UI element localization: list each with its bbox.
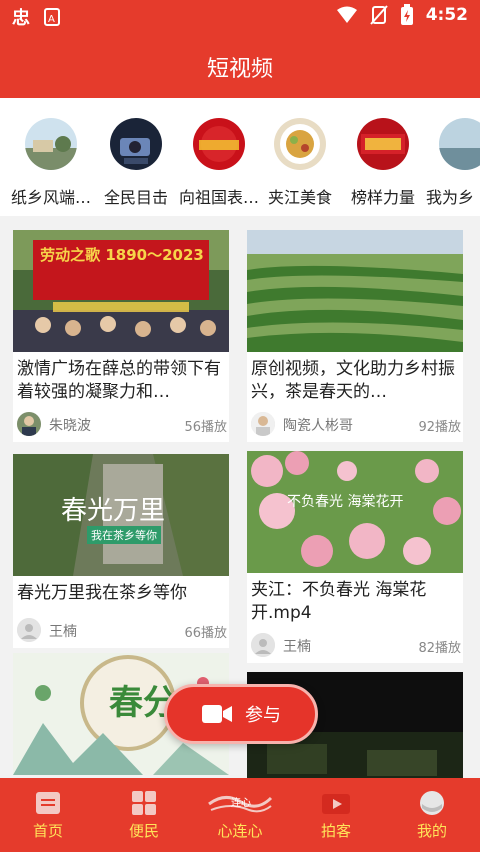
- video-card[interactable]: 不负春光 海棠花开 夹江：不负春光 海棠花开.mp4 王楠 82播放: [247, 451, 463, 663]
- tab-heart-connect[interactable]: 连心 心连心: [192, 778, 288, 852]
- author-avatar[interactable]: [17, 618, 41, 642]
- video-camera-icon: [321, 790, 351, 816]
- heart-connect-icon: 连心: [205, 790, 275, 816]
- thumbnail-caption: 劳动之歌 1890～2023: [40, 246, 204, 264]
- tab-label: 心连心: [217, 822, 263, 840]
- category-thumbnail: [25, 118, 77, 170]
- author-name[interactable]: 朱晓波: [49, 415, 91, 435]
- video-title[interactable]: 原创视频，文化助力乡村振兴，茶是春天的…: [247, 352, 463, 406]
- author-avatar[interactable]: [17, 412, 41, 436]
- category-thumbnail: [274, 118, 326, 170]
- video-thumbnail[interactable]: 不负春光 海棠花开: [247, 451, 463, 573]
- category-item[interactable]: 纸乡风端…: [6, 118, 96, 208]
- tab-label: 便民: [128, 822, 159, 840]
- no-signal-icon: [369, 5, 388, 25]
- tab-profile[interactable]: 我的: [384, 778, 480, 852]
- category-item[interactable]: 我为乡: [420, 118, 480, 208]
- tab-home[interactable]: 首页: [0, 778, 96, 852]
- profile-icon: [417, 790, 447, 816]
- status-bar: 忠 A 4:52: [0, 0, 480, 34]
- video-card[interactable]: 劳动之歌 1890～2023 激情广场在薛总的带领下有着较强的凝聚力和… 朱晓波…: [13, 230, 229, 442]
- author-name[interactable]: 王楠: [49, 621, 77, 641]
- wifi-icon: [336, 6, 357, 23]
- tab-services[interactable]: 便民: [96, 778, 192, 852]
- video-meta: 王楠 66播放: [13, 612, 229, 648]
- home-icon: [33, 790, 63, 816]
- play-count: 56播放: [184, 420, 227, 435]
- category-thumbnail: [357, 118, 409, 170]
- svg-text:忠: 忠: [12, 8, 30, 27]
- category-label: 夹江美食: [267, 188, 332, 207]
- video-thumbnail[interactable]: 春光万里 我在茶乡等你: [13, 454, 229, 576]
- video-thumbnail[interactable]: [247, 230, 463, 352]
- author-avatar[interactable]: [251, 412, 275, 436]
- video-meta: 陶瓷人彬哥 92播放: [247, 406, 463, 442]
- page-title: 短视频: [206, 57, 273, 82]
- category-item[interactable]: 向祖国表…: [174, 118, 264, 208]
- video-title[interactable]: 夹江：不负春光 海棠花开.mp4: [247, 573, 463, 627]
- category-item[interactable]: 全民目击: [91, 118, 181, 208]
- play-count: 82播放: [418, 641, 461, 656]
- category-thumbnail: [110, 118, 162, 170]
- bottom-tab-bar: 首页 便民 连心 心连心 拍客 我的: [0, 778, 480, 852]
- author-name[interactable]: 陶瓷人彬哥: [283, 415, 353, 435]
- video-title[interactable]: 激情广场在薛总的带领下有着较强的凝聚力和…: [13, 352, 229, 406]
- play-count: 66播放: [184, 626, 227, 641]
- category-item[interactable]: 夹江美食: [255, 118, 345, 208]
- tab-label: 首页: [32, 822, 63, 840]
- thumbnail-subcaption: 我在茶乡等你: [87, 526, 161, 544]
- video-card[interactable]: 春光万里 我在茶乡等你 春光万里我在茶乡等你 王楠 66播放: [13, 454, 229, 648]
- status-right: 4:52: [336, 4, 468, 26]
- thumbnail-caption: 春光万里: [61, 496, 166, 526]
- category-thumbnail: [439, 118, 480, 170]
- status-time: 4:52: [425, 5, 468, 25]
- author-name[interactable]: 王楠: [283, 636, 311, 656]
- tab-reporter[interactable]: 拍客: [288, 778, 384, 852]
- author-avatar[interactable]: [251, 633, 275, 657]
- video-thumbnail[interactable]: 劳动之歌 1890～2023: [13, 230, 229, 352]
- video-meta: 王楠 82播放: [247, 627, 463, 663]
- category-strip[interactable]: 纸乡风端… 全民目击 向祖国表… 夹江美食 榜样力量 我为乡: [0, 98, 480, 216]
- category-item[interactable]: 榜样力量: [338, 118, 428, 208]
- video-card[interactable]: 原创视频，文化助力乡村振兴，茶是春天的… 陶瓷人彬哥 92播放: [247, 230, 463, 442]
- category-label: 纸乡风端…: [10, 188, 91, 207]
- category-thumbnail: [193, 118, 245, 170]
- status-left: 忠 A: [12, 7, 60, 27]
- video-meta: 朱晓波 56播放: [13, 406, 229, 442]
- play-count: 92播放: [418, 420, 461, 435]
- grid-icon: [129, 790, 159, 816]
- join-button[interactable]: 参与: [164, 684, 318, 744]
- category-label: 向祖国表…: [178, 188, 259, 207]
- keyboard-notification-icon: A: [44, 8, 60, 26]
- svg-text:A: A: [48, 14, 55, 25]
- app-notification-icon: 忠: [12, 8, 30, 27]
- category-label: 我为乡: [426, 188, 475, 207]
- category-label: 榜样力量: [350, 188, 415, 207]
- title-bar: 短视频: [0, 34, 480, 98]
- tab-label: 拍客: [320, 822, 351, 840]
- category-label: 全民目击: [103, 188, 168, 207]
- heart-connect-logo-text: 连心: [231, 796, 251, 809]
- tab-label: 我的: [416, 822, 447, 840]
- video-camera-icon: [202, 705, 232, 723]
- thumbnail-caption: 不负春光 海棠花开: [287, 494, 404, 510]
- join-label: 参与: [245, 705, 281, 726]
- battery-icon: [400, 4, 413, 25]
